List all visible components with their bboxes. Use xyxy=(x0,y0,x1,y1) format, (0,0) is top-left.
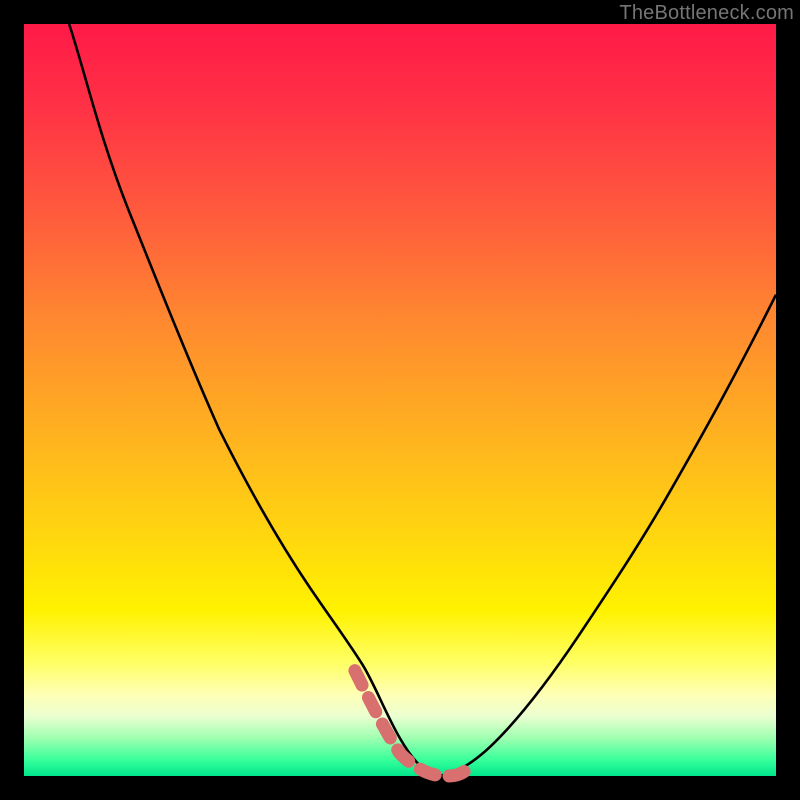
bottleneck-curve xyxy=(69,24,776,775)
bottleneck-floor-marker xyxy=(355,671,468,776)
watermark-text: TheBottleneck.com xyxy=(619,2,794,25)
plot-svg xyxy=(24,24,776,776)
chart-frame: TheBottleneck.com xyxy=(0,0,800,800)
